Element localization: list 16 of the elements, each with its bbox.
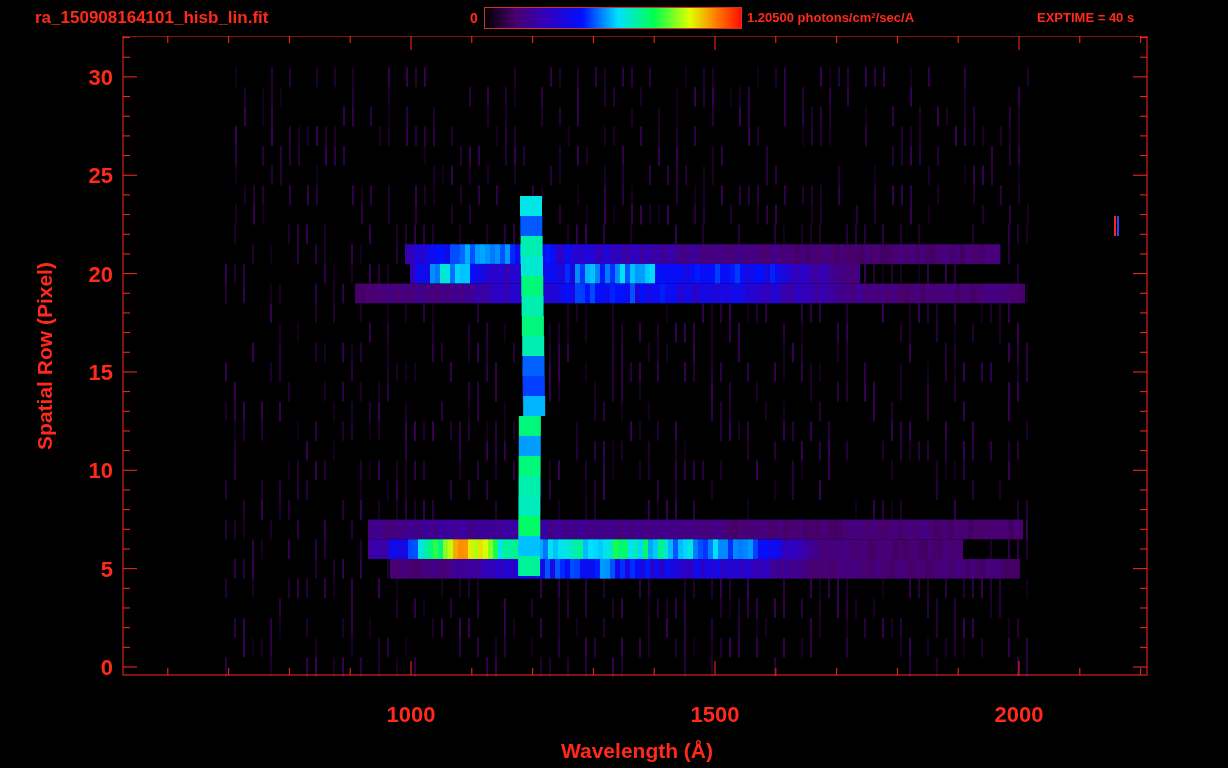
y-tick-label: 5 xyxy=(100,556,113,582)
y-axis-label: Spatial Row (Pixel) xyxy=(33,262,56,450)
y-tick-label: 0 xyxy=(100,655,113,681)
y-tick-label: 10 xyxy=(88,458,113,484)
y-tick-label: 15 xyxy=(88,360,113,386)
colorbar-max-label: 1.20500 photons/cm$^{2}$/sec/A xyxy=(747,9,916,28)
y-tick-label: 25 xyxy=(88,163,113,189)
y-tick-label: 20 xyxy=(88,261,113,287)
colorbar-min-label: 0 xyxy=(470,8,479,28)
x-tick-label: 1500 xyxy=(690,702,740,727)
file-title: ra_150908164101_hisb_lin.fit xyxy=(35,7,270,30)
exposure-time: EXPTIME = 40 s xyxy=(1037,9,1135,28)
x-tick-label: 1000 xyxy=(386,702,436,727)
y-tick-label: 30 xyxy=(88,65,113,90)
x-tick-label: 2000 xyxy=(994,702,1044,727)
x-axis-label: Wavelength (Å) xyxy=(560,739,714,762)
